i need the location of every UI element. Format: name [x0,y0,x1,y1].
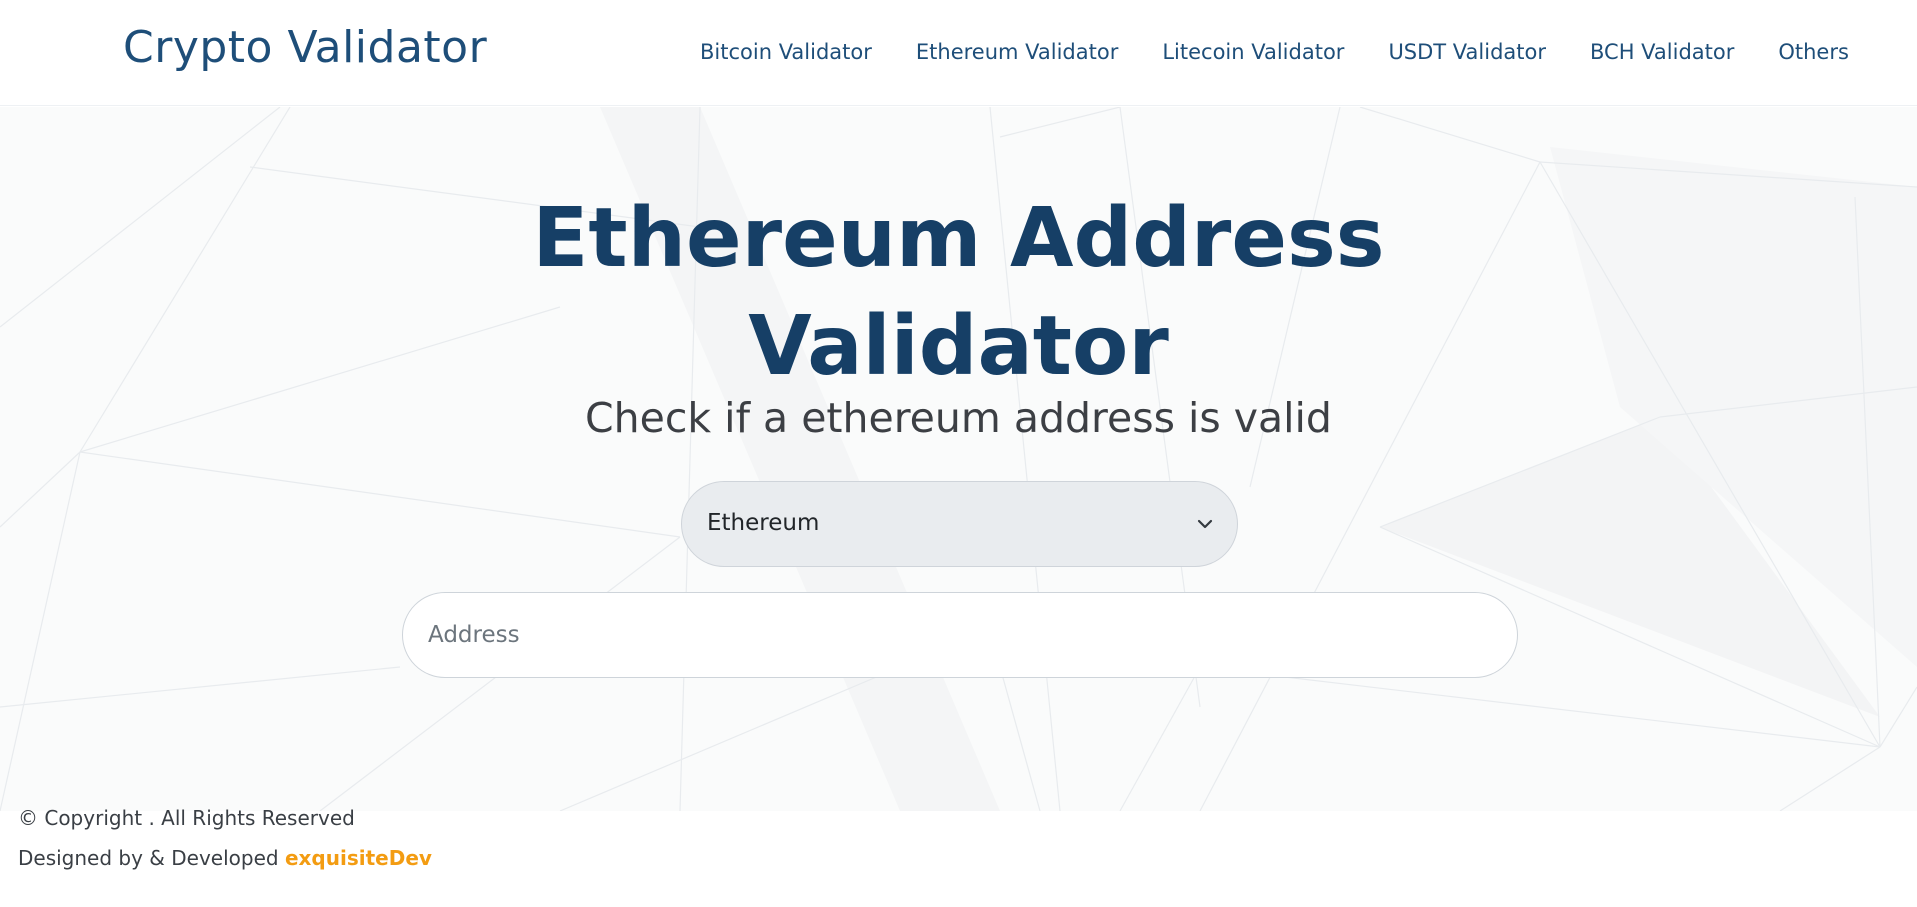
nav-usdt-validator[interactable]: USDT Validator [1388,38,1546,68]
credit-line: Designed by & Developed exquisiteDev [18,846,432,870]
hero-section: Ethereum Address Validator Check if a et… [0,107,1917,811]
coin-select-value: Ethereum [707,510,820,536]
main-nav: Bitcoin Validator Ethereum Validator Lit… [700,38,1849,68]
chevron-down-icon [1197,519,1213,529]
nav-bitcoin-validator[interactable]: Bitcoin Validator [700,38,872,68]
page-title-line2: Validator [748,299,1169,394]
brand-logo-link[interactable]: Crypto Validator [123,22,487,73]
coin-select[interactable]: Ethereum [681,481,1238,567]
copyright-text: © Copyright . All Rights Reserved [18,806,355,830]
developer-link[interactable]: exquisiteDev [285,846,432,870]
page-title: Ethereum Address Validator [0,185,1917,401]
site-header: Crypto Validator Bitcoin Validator Ether… [0,0,1917,106]
page-title-line1: Ethereum Address [532,191,1385,286]
nav-ethereum-validator[interactable]: Ethereum Validator [916,38,1118,68]
page-subtitle: Check if a ethereum address is valid [585,394,1332,442]
nav-bch-validator[interactable]: BCH Validator [1590,38,1734,68]
nav-litecoin-validator[interactable]: Litecoin Validator [1162,38,1344,68]
credit-prefix: Designed by & Developed [18,846,279,870]
nav-others[interactable]: Others [1778,38,1849,68]
address-input[interactable] [402,592,1518,678]
